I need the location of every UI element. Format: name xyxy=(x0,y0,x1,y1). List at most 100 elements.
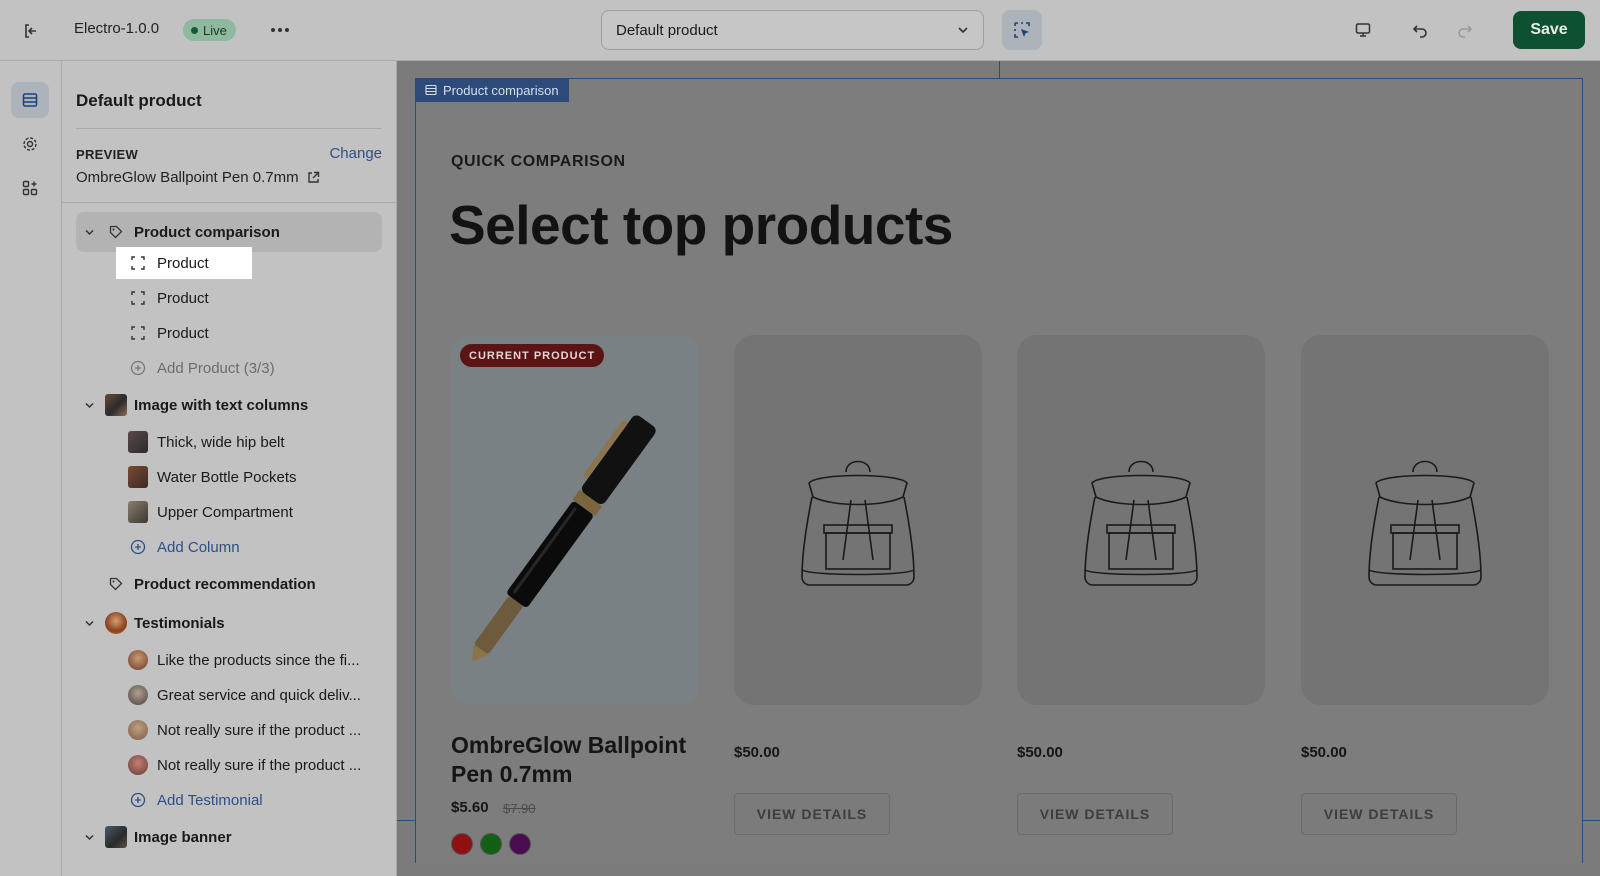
section-label: Product comparison xyxy=(134,223,280,241)
guide-line xyxy=(1583,820,1600,821)
desktop-icon xyxy=(1355,23,1371,37)
color-swatch-green[interactable] xyxy=(480,833,502,855)
section-label: Product recommendation xyxy=(134,575,316,593)
block-product-3[interactable]: Product xyxy=(116,315,209,351)
avatar xyxy=(128,685,148,705)
sections-icon xyxy=(425,84,437,96)
product-price: $50.00 xyxy=(734,744,780,761)
block-testimonial-3[interactable]: Not really sure if the product ... xyxy=(116,712,361,748)
view-details-button[interactable]: VIEW DETAILS xyxy=(1017,793,1173,835)
chevron-down-icon[interactable] xyxy=(78,618,100,629)
backpack-placeholder-icon xyxy=(1084,460,1198,586)
add-label: Add Product (3/3) xyxy=(157,359,275,377)
redo-icon xyxy=(1458,25,1473,38)
guide-line xyxy=(999,61,1000,78)
external-link-icon xyxy=(307,171,319,183)
block-product-2[interactable]: Product xyxy=(116,280,209,316)
color-swatch-purple[interactable] xyxy=(509,833,531,855)
template-select[interactable]: Default product xyxy=(601,10,984,50)
device-preview-button[interactable] xyxy=(1349,16,1377,44)
view-details-button[interactable]: VIEW DETAILS xyxy=(1301,793,1457,835)
add-label: Add Column xyxy=(157,538,240,556)
block-label: Not really sure if the product ... xyxy=(157,756,362,774)
section-testimonials[interactable]: Testimonials xyxy=(76,605,225,641)
save-button[interactable]: Save xyxy=(1513,11,1585,49)
backpack-placeholder-icon xyxy=(801,460,915,586)
block-testimonial-1[interactable]: Like the products since the fi... xyxy=(116,642,360,678)
status-label: Live xyxy=(203,22,227,38)
current-product-card[interactable]: CURRENT PRODUCT xyxy=(451,335,699,705)
add-column-button[interactable]: Add Column xyxy=(116,529,240,565)
block-label: Product xyxy=(157,289,209,307)
current-product-compare-price: $7.90 xyxy=(503,801,536,816)
product-card[interactable] xyxy=(734,335,982,705)
theme-settings-nav-button[interactable] xyxy=(11,126,49,162)
dot-icon xyxy=(278,28,282,32)
gear-icon xyxy=(23,137,37,151)
section-image-banner[interactable]: Image banner xyxy=(76,819,232,855)
exit-icon xyxy=(25,24,36,38)
chevron-down-icon[interactable] xyxy=(78,400,100,411)
section-thumbnail xyxy=(104,393,128,417)
block-testimonial-2[interactable]: Great service and quick deliv... xyxy=(116,677,361,713)
status-dot-icon xyxy=(191,26,198,34)
section-thumbnail xyxy=(104,611,128,635)
current-product-title[interactable]: OmbreGlow Ballpoint Pen 0.7mm xyxy=(451,731,711,789)
section-label: Image banner xyxy=(134,828,232,846)
block-label: Thick, wide hip belt xyxy=(157,433,285,451)
block-label: Product xyxy=(157,254,209,272)
block-testimonial-4[interactable]: Not really sure if the product ... xyxy=(116,747,361,783)
color-swatch-red[interactable] xyxy=(451,833,473,855)
preview-product-name: OmbreGlow Ballpoint Pen 0.7mm xyxy=(76,169,299,186)
add-product-button[interactable]: Add Product (3/3) xyxy=(116,350,275,386)
current-product-price: $5.60 xyxy=(451,799,489,816)
block-thumbnail xyxy=(128,466,148,488)
section-image-with-text-columns[interactable]: Image with text columns xyxy=(76,387,308,423)
plus-circle-icon xyxy=(128,790,148,810)
product-card[interactable] xyxy=(1301,335,1549,705)
tag-icon xyxy=(104,220,128,244)
avatar xyxy=(128,720,148,740)
sidebar-title: Default product xyxy=(76,91,202,110)
block-product-1[interactable]: Product xyxy=(116,245,209,281)
preview-product[interactable]: OmbreGlow Ballpoint Pen 0.7mm xyxy=(76,169,320,186)
divider xyxy=(62,202,396,203)
add-testimonial-button[interactable]: Add Testimonial xyxy=(116,782,263,818)
section-thumbnail xyxy=(104,825,128,849)
left-rail xyxy=(0,61,62,876)
redo-button[interactable] xyxy=(1451,16,1479,44)
block-label: Water Bottle Pockets xyxy=(157,468,297,486)
block-label: Great service and quick deliv... xyxy=(157,686,361,704)
block-column-3[interactable]: Upper Compartment xyxy=(116,494,293,530)
more-actions-button[interactable] xyxy=(268,19,292,41)
block-column-1[interactable]: Thick, wide hip belt xyxy=(116,424,285,460)
section-tag-label: Product comparison xyxy=(443,82,559,98)
template-select-value: Default product xyxy=(616,21,718,39)
status-badge: Live xyxy=(183,19,236,41)
change-preview-link[interactable]: Change xyxy=(329,145,382,162)
sections-nav-button[interactable] xyxy=(11,82,49,118)
chevron-down-icon[interactable] xyxy=(78,227,100,238)
block-thumbnail xyxy=(128,501,148,523)
apps-nav-button[interactable] xyxy=(11,170,49,206)
theme-name: Electro-1.0.0 xyxy=(74,20,160,37)
section-sidebar: Default product PREVIEW Change OmbreGlow… xyxy=(62,61,397,876)
product-card[interactable] xyxy=(1017,335,1265,705)
divider xyxy=(76,128,382,129)
exit-editor-button[interactable] xyxy=(18,18,44,44)
preview-label: PREVIEW xyxy=(76,147,139,162)
pen-image xyxy=(472,415,656,662)
dot-icon xyxy=(271,28,275,32)
block-column-2[interactable]: Water Bottle Pockets xyxy=(116,459,297,495)
section-heading: Select top products xyxy=(449,194,953,256)
view-details-button[interactable]: VIEW DETAILS xyxy=(734,793,890,835)
product-price: $50.00 xyxy=(1301,744,1347,761)
undo-button[interactable] xyxy=(1406,16,1434,44)
inspector-toggle-button[interactable] xyxy=(1002,10,1042,50)
avatar xyxy=(128,650,148,670)
section-tag[interactable]: Product comparison xyxy=(415,78,569,102)
chevron-down-icon[interactable] xyxy=(78,832,100,843)
sections-icon xyxy=(22,93,38,107)
block-frame-icon xyxy=(128,288,148,308)
section-product-recommendation[interactable]: Product recommendation xyxy=(76,566,316,602)
